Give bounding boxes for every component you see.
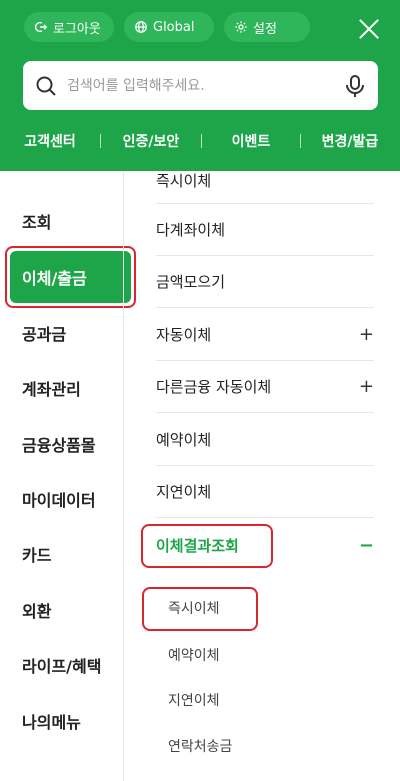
right-menu-item-label: 지연이체 [156,483,212,501]
global-button[interactable]: Global [124,12,214,42]
settings-button[interactable]: 설정 [224,12,310,42]
collapse-icon[interactable]: − [359,535,374,556]
submenu-item-contact-transfer[interactable]: 연락처송금 [168,736,232,756]
right-menu-item-auto-transfer[interactable]: 자동이체 + [156,309,374,361]
right-menu-item-label: 즉시이체 [156,172,212,190]
right-menu-item-collect[interactable]: 금액모으기 [156,256,374,308]
expand-icon[interactable]: + [359,376,374,397]
left-menu: 조회 이체/출금 공과금 계좌관리 금융상품몰 마이데이터 카드 외환 라이프/… [0,171,136,781]
right-menu-item-scheduled[interactable]: 예약이체 [156,414,374,466]
expand-icon[interactable]: + [359,324,374,345]
highlight-box [142,587,258,631]
quick-links: 고객센터 인증/보안 이벤트 변경/발급 [0,127,400,155]
left-menu-item-products[interactable]: 금융상품몰 [22,432,96,456]
right-menu-item-other-auto-transfer[interactable]: 다른금융 자동이체 + [156,361,374,413]
left-menu-item-bills[interactable]: 공과금 [22,321,66,345]
microphone-icon[interactable] [344,74,366,98]
quick-link-security[interactable]: 인증/보안 [101,131,201,151]
right-menu-item-label: 다계좌이체 [156,221,226,239]
right-menu-item-label: 예약이체 [156,431,212,449]
right-menu-item-label: 자동이체 [156,326,212,344]
right-menu-item-label: 금액모으기 [156,273,226,291]
left-menu-item-life[interactable]: 라이프/혜택 [22,653,101,677]
highlight-box [141,524,273,568]
right-menu-item-multi-account[interactable]: 다계좌이체 [156,204,374,256]
search-input[interactable] [67,77,344,94]
globe-icon [135,21,147,33]
global-label: Global [153,19,195,35]
left-menu-item-account[interactable]: 계좌관리 [22,376,81,400]
submenu-item-delayed[interactable]: 지연이체 [168,690,220,710]
submenu-item-scheduled[interactable]: 예약이체 [168,645,220,665]
quick-link-customer-center[interactable]: 고객센터 [0,131,100,151]
left-menu-item-forex[interactable]: 외환 [22,598,51,622]
right-menu: 즉시이체 다계좌이체 금액모으기 자동이체 + 다른금융 자동이체 + 예약이체… [123,171,400,781]
close-icon[interactable] [358,18,380,40]
top-header: 로그아웃 Global 설정 고객센터 인증/보안 이벤트 변경/발급 [0,0,400,171]
search-icon [36,76,56,96]
right-menu-item-instant-transfer-top[interactable]: 즉시이체 [156,158,374,204]
left-menu-item-card[interactable]: 카드 [22,542,51,566]
left-menu-item-my-menu[interactable]: 나의메뉴 [22,709,81,733]
left-menu-item-inquiry[interactable]: 조회 [22,209,51,233]
left-menu-item-mydata[interactable]: 마이데이터 [22,487,96,511]
highlight-box [5,246,136,308]
right-menu-item-delayed[interactable]: 지연이체 [156,466,374,518]
quick-link-event[interactable]: 이벤트 [202,131,300,151]
right-menu-item-label: 다른금융 자동이체 [156,378,272,396]
logout-label: 로그아웃 [53,21,101,37]
search-bar[interactable] [23,61,378,110]
quick-link-change-issue[interactable]: 변경/발급 [301,131,399,151]
logout-icon [34,21,48,33]
gear-icon [235,21,247,33]
settings-label: 설정 [253,21,277,37]
logout-button[interactable]: 로그아웃 [24,12,114,42]
